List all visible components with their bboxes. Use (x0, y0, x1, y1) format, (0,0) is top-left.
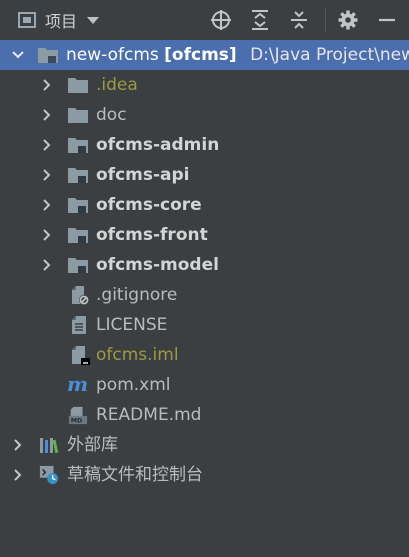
module-folder-icon (68, 258, 88, 273)
markdown-file-icon: MD (68, 406, 88, 425)
tree-item-label: LICENSE (96, 315, 168, 335)
toolbar-separator (325, 8, 326, 32)
tree-item-label: README.md (96, 405, 202, 425)
tree-root-row[interactable]: new-ofcms [ofcms] D:\Java Project\new (0, 40, 409, 70)
tree-item-label: ofcms-core (96, 195, 202, 215)
tree-item-label: ofcms-api (96, 165, 190, 185)
tree-item-label: 草稿文件和控制台 (67, 465, 203, 485)
tree-item-label: ofcms.iml (96, 345, 179, 365)
module-folder-icon (38, 48, 58, 63)
chevron-right-icon[interactable] (42, 199, 52, 211)
folder-icon (68, 108, 88, 123)
tree-item-readme[interactable]: MD README.md (0, 400, 409, 430)
expand-all-icon (252, 10, 268, 30)
locate-icon (211, 10, 231, 30)
project-view-selector[interactable]: 项目 (18, 9, 100, 31)
chevron-right-icon[interactable] (42, 169, 52, 181)
tree-item-label: doc (96, 105, 127, 125)
chevron-right-icon[interactable] (42, 139, 52, 151)
root-path: D:\Java Project\new (250, 45, 409, 65)
text-file-icon (72, 316, 86, 334)
root-name: new-ofcms (66, 45, 159, 65)
expand-all-button[interactable] (248, 8, 272, 32)
module-folder-icon (68, 198, 88, 213)
project-view-title: 项目 (45, 12, 78, 31)
tree-item-idea[interactable]: .idea (0, 70, 409, 100)
locate-button[interactable] (209, 8, 233, 32)
gear-icon (338, 10, 358, 30)
tree-item-label: 外部库 (67, 435, 118, 455)
collapse-all-icon (291, 11, 307, 29)
module-folder-icon (68, 228, 88, 243)
tree-item-gitignore[interactable]: .gitignore (0, 280, 409, 310)
tree-item-external-libraries[interactable]: 外部库 (0, 430, 409, 460)
tree-item-label: pom.xml (96, 375, 171, 395)
minimize-icon (379, 18, 395, 22)
tree-item-doc[interactable]: doc (0, 100, 409, 130)
chevron-right-icon[interactable] (42, 259, 52, 271)
chevron-right-icon[interactable] (42, 229, 52, 241)
ignore-file-icon (72, 286, 89, 305)
chevron-right-icon[interactable] (13, 439, 23, 451)
tree-item-ofcms-core[interactable]: ofcms-core (0, 190, 409, 220)
tree-item-ofcms-iml[interactable]: ofcms.iml (0, 340, 409, 370)
chevron-right-icon[interactable] (42, 79, 52, 91)
maven-icon: m (67, 372, 89, 396)
chevron-right-icon[interactable] (13, 469, 23, 481)
tree-item-label: ofcms-front (96, 225, 208, 245)
tree-item-scratches[interactable]: 草稿文件和控制台 (0, 460, 409, 490)
project-view-icon (18, 12, 36, 28)
root-module: [ofcms] (164, 45, 237, 65)
minimize-button[interactable] (375, 8, 399, 32)
svg-text:MD: MD (71, 418, 83, 425)
folder-icon (68, 78, 88, 93)
tree-item-ofcms-front[interactable]: ofcms-front (0, 220, 409, 250)
scratches-icon (39, 465, 59, 485)
settings-button[interactable] (336, 8, 360, 32)
tree-item-label: ofcms-model (96, 255, 219, 275)
project-toolbar: 项目 (0, 0, 409, 39)
libraries-icon (40, 438, 59, 454)
collapse-all-button[interactable] (287, 8, 311, 32)
tree-item-label: ofcms-admin (96, 135, 220, 155)
chevron-right-icon[interactable] (42, 109, 52, 121)
iml-file-icon (72, 346, 90, 365)
chevron-down-icon[interactable] (12, 50, 24, 60)
tree-item-label: .idea (96, 75, 138, 95)
tree-item-ofcms-model[interactable]: ofcms-model (0, 250, 409, 280)
chevron-down-icon (87, 16, 100, 24)
tree-item-ofcms-api[interactable]: ofcms-api (0, 160, 409, 190)
tree-item-pom-xml[interactable]: m pom.xml (0, 370, 409, 400)
module-folder-icon (68, 138, 88, 153)
module-folder-icon (68, 168, 88, 183)
tree-item-license[interactable]: LICENSE (0, 310, 409, 340)
tree-item-label: .gitignore (96, 285, 178, 305)
tree-item-ofcms-admin[interactable]: ofcms-admin (0, 130, 409, 160)
